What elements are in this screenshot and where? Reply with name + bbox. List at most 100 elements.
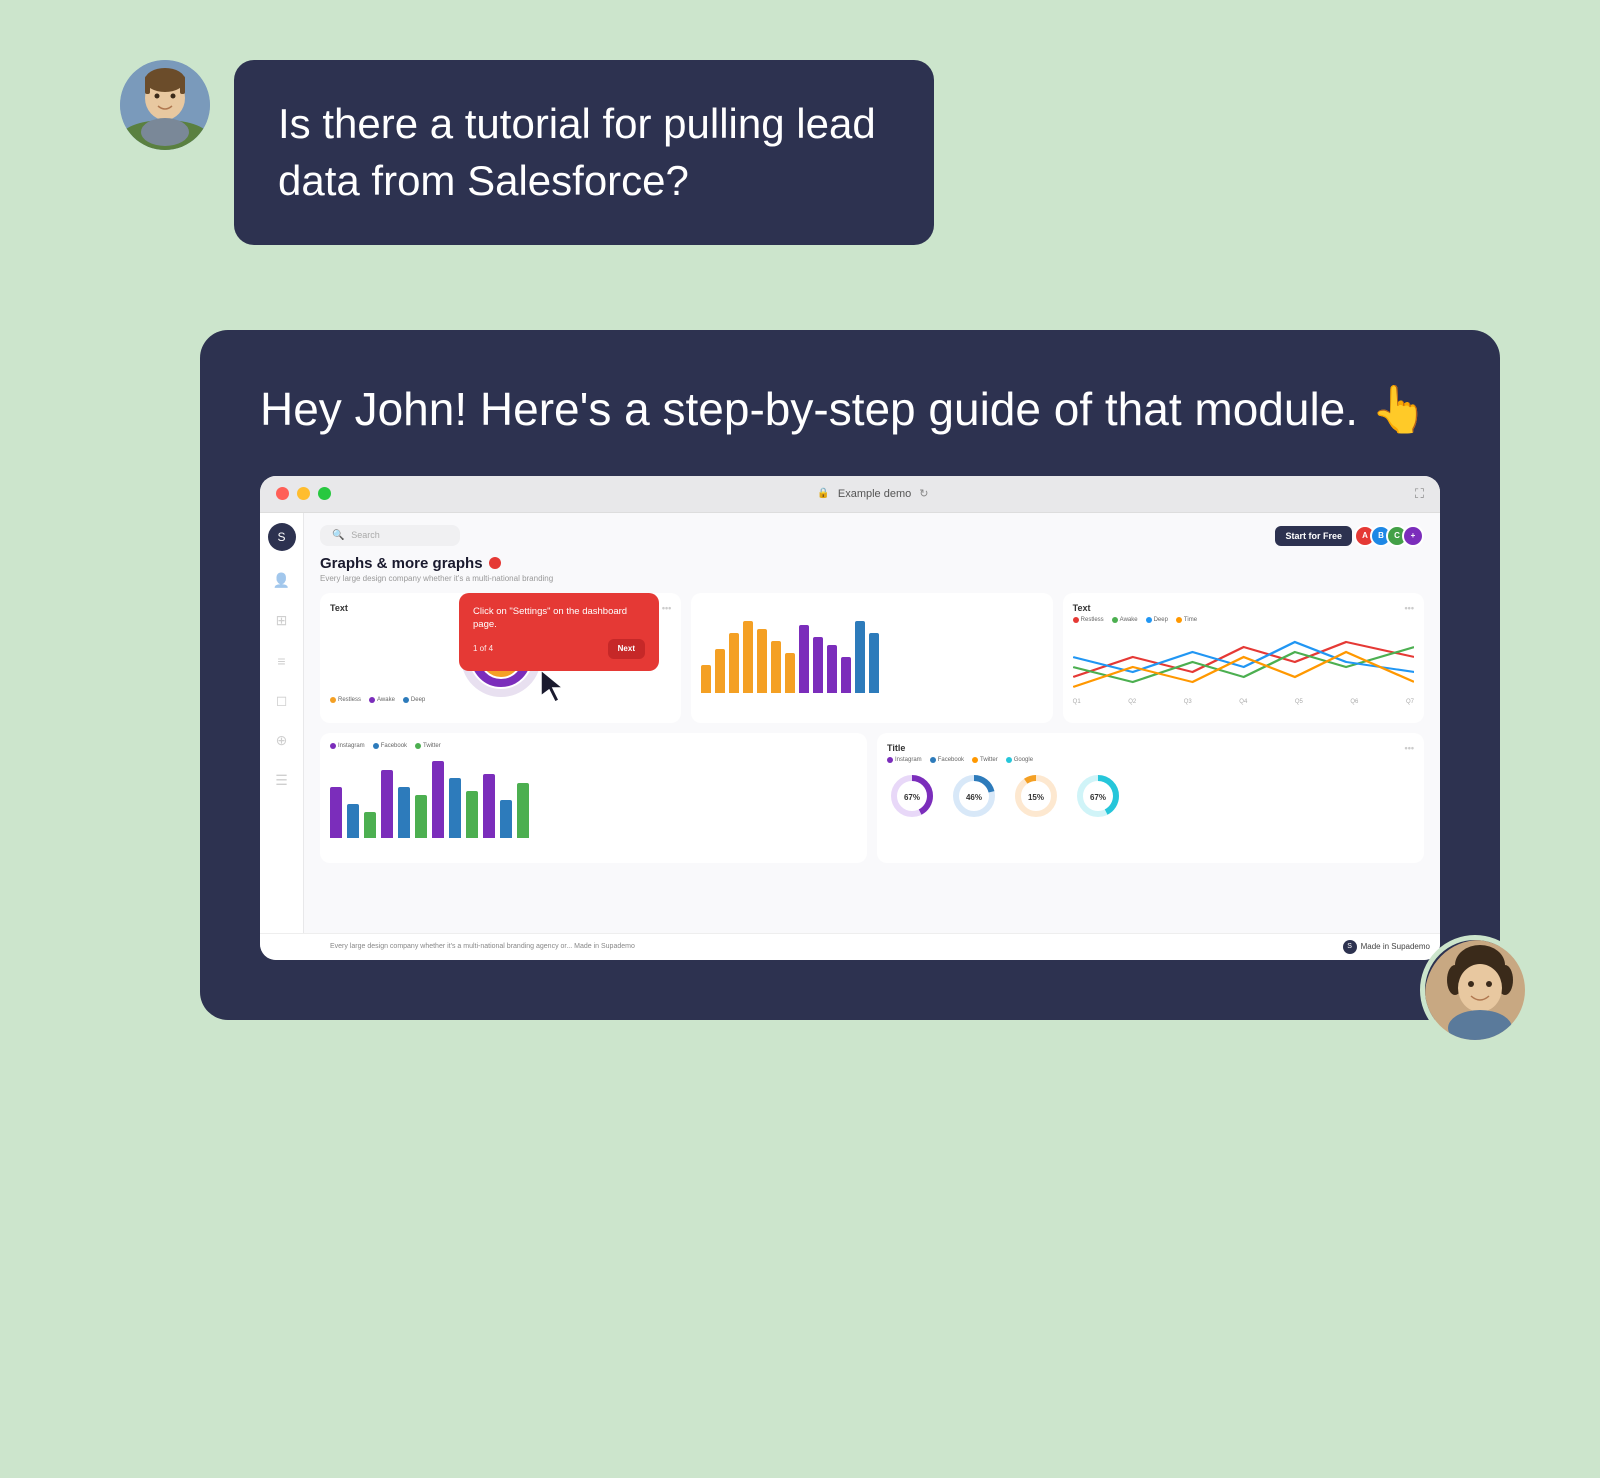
bar-7 <box>785 653 795 693</box>
supademo-logo: S <box>1343 940 1357 954</box>
bar-3 <box>729 633 739 693</box>
bottom-bar-chart-visual <box>330 753 857 838</box>
demo-chart-line-right: Text ••• Restless Awake <box>1063 593 1424 723</box>
demo-chart-bottom-left-legend: Instagram Facebook Twitter <box>330 743 857 749</box>
demo-tooltip-bottom: 1 of 4 Next <box>473 639 645 658</box>
search-icon: 🔍 <box>332 530 344 541</box>
demo-header: 🔍 Search Start for Free A B C + <box>320 525 1424 547</box>
demo-footer: Every large design company whether it's … <box>260 933 1440 960</box>
demo-titlebar-right: ⛶ <box>1415 486 1424 502</box>
svg-text:46%: 46% <box>966 793 982 802</box>
demo-charts-bottom-row: Instagram Facebook Twitter <box>320 733 1424 863</box>
demo-tooltip: Click on "Settings" on the dashboard pag… <box>459 593 659 671</box>
bbar-12 <box>517 783 529 838</box>
titlebar-minimize-dot[interactable] <box>297 487 310 500</box>
demo-app-content: S 👤 ⊞ ≡ ◻ ⊕ ☰ 🔍 Search Start for Free <box>260 513 1440 933</box>
bar-10 <box>827 645 837 693</box>
lock-icon: 🔒 <box>817 488 829 499</box>
svg-text:15%: 15% <box>1028 793 1044 802</box>
sidebar-nav-icon-5[interactable]: ⊕ <box>272 731 292 751</box>
bbar-5 <box>398 787 410 838</box>
bar-1 <box>701 665 711 693</box>
bbar-3 <box>364 812 376 838</box>
bar-11 <box>841 657 851 693</box>
bbar-4 <box>381 770 393 838</box>
bot-response-text: Hey John! Here's a step-by-step guide of… <box>260 380 1440 440</box>
demo-header-right: Start for Free A B C + <box>1275 525 1424 547</box>
titlebar-maximize-dot[interactable] <box>318 487 331 500</box>
titlebar-close-dot[interactable] <box>276 487 289 500</box>
demo-tooltip-next-button[interactable]: Next <box>608 639 645 658</box>
sidebar-nav-icon-3[interactable]: ≡ <box>272 651 292 671</box>
svg-text:67%: 67% <box>1090 793 1106 802</box>
demo-tooltip-counter: 1 of 4 <box>473 643 493 654</box>
bbar-9 <box>466 791 478 838</box>
demo-chart-donuts: Title ••• Instagram Facebook <box>877 733 1424 863</box>
bar-9 <box>813 637 823 693</box>
donut-3-svg: 15% <box>1011 771 1061 821</box>
demo-user-avatars: A B C + <box>1360 525 1424 547</box>
demo-made-in-supademo: S Made in Supademo <box>1343 940 1430 954</box>
bbar-6 <box>415 795 427 838</box>
demo-window: 🔒 Example demo ↻ ⛶ S 👤 ⊞ ≡ ◻ ⊕ ☰ <box>260 476 1440 960</box>
chart-menu-dots[interactable]: ••• <box>662 603 671 613</box>
demo-chart-bars-middle <box>691 593 1052 723</box>
user-avatar-illustration <box>120 60 210 150</box>
fullscreen-icon[interactable]: ⛶ <box>1415 486 1424 502</box>
bbar-10 <box>483 774 495 838</box>
demo-chart-donuts-title: Title ••• <box>887 743 1414 753</box>
demo-chart-right-title: Text ••• <box>1073 603 1414 613</box>
sidebar-nav-icon-4[interactable]: ◻ <box>272 691 292 711</box>
demo-chart-right-legend: Restless Awake Deep <box>1073 617 1414 623</box>
refresh-icon[interactable]: ↻ <box>919 487 928 500</box>
demo-main-content: 🔍 Search Start for Free A B C + <box>304 513 1440 933</box>
demo-sidebar: S 👤 ⊞ ≡ ◻ ⊕ ☰ <box>260 513 304 933</box>
record-icon <box>489 557 501 569</box>
bar-6 <box>771 641 781 693</box>
donut-1-svg: 67% <box>887 771 937 821</box>
demo-titlebar-center: 🔒 Example demo ↻ <box>339 487 1407 500</box>
donuts-menu[interactable]: ••• <box>1405 743 1414 753</box>
user-message-area: Is there a tutorial for pulling lead dat… <box>120 60 1480 245</box>
demo-tooltip-text: Click on "Settings" on the dashboard pag… <box>473 605 645 632</box>
demo-chart-left-legend: Restless Awake Deep <box>330 697 671 703</box>
bbar-1 <box>330 787 342 838</box>
chart-right-menu[interactable]: ••• <box>1405 603 1414 613</box>
start-free-button[interactable]: Start for Free <box>1275 526 1352 546</box>
user-avatar <box>120 60 210 150</box>
donut-2: 46% <box>949 771 999 821</box>
bar-8 <box>799 625 809 693</box>
donut-2-svg: 46% <box>949 771 999 821</box>
demo-cursor <box>539 668 569 704</box>
user-message-bubble: Is there a tutorial for pulling lead dat… <box>234 60 934 245</box>
sidebar-logo: S <box>268 523 296 551</box>
donut-3: 15% <box>1011 771 1061 821</box>
demo-page-subtitle: Every large design company whether it's … <box>320 574 1424 583</box>
bar-12 <box>855 621 865 693</box>
demo-titlebar: 🔒 Example demo ↻ ⛶ <box>260 476 1440 513</box>
demo-page-title: Graphs & more graphs <box>320 555 1424 572</box>
demo-search-bar[interactable]: 🔍 Search <box>320 525 460 546</box>
sidebar-nav-icon-6[interactable]: ☰ <box>272 771 292 791</box>
cursor-svg <box>539 668 569 704</box>
bar-13 <box>869 633 879 693</box>
donut-4: 67% <box>1073 771 1123 821</box>
demo-footer-long-text: Every large design company whether it's … <box>270 943 1339 950</box>
bbar-7 <box>432 761 444 838</box>
line-chart-svg <box>1073 627 1414 692</box>
sidebar-nav-icon-1[interactable]: 👤 <box>272 571 292 591</box>
demo-title: Example demo <box>838 488 911 500</box>
bar-5 <box>757 629 767 693</box>
bbar-2 <box>347 804 359 838</box>
bar-2 <box>715 649 725 693</box>
sidebar-nav-icon-2[interactable]: ⊞ <box>272 611 292 631</box>
line-chart-x-labels: Q1Q2Q3Q4Q5Q6Q7 <box>1073 697 1414 705</box>
bar-chart-visual <box>701 603 1042 693</box>
demo-avatar-add[interactable]: + <box>1402 525 1424 547</box>
bot-avatar <box>1420 935 1530 1045</box>
bar-4 <box>743 621 753 693</box>
donut-4-svg: 67% <box>1073 771 1123 821</box>
svg-text:67%: 67% <box>904 793 920 802</box>
made-in-label: Made in Supademo <box>1361 942 1430 951</box>
demo-chart-donuts-legend: Instagram Facebook Twitter <box>887 757 1414 763</box>
